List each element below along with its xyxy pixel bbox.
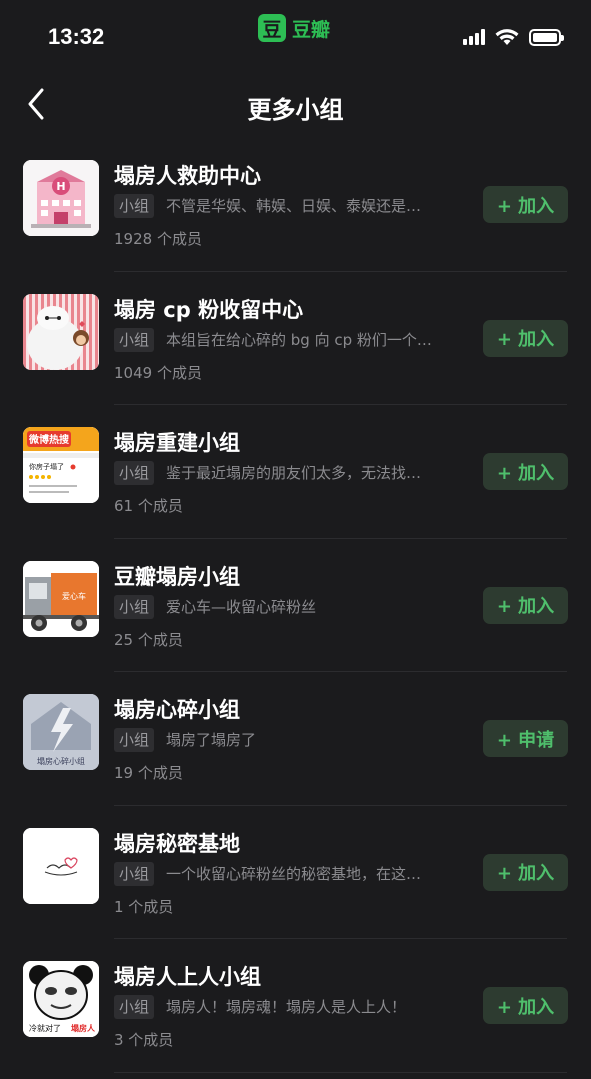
member-count: 19 个成员: [114, 764, 183, 782]
group-row[interactable]: H 塌房人救助中心 小组 不管是华娱、韩娱、日娱、泰娱还是… 1928 个成员 …: [0, 138, 591, 272]
group-tag: 小组: [114, 995, 155, 1019]
member-count: 61 个成员: [114, 497, 183, 515]
join-button[interactable]: + 加入: [483, 319, 568, 357]
hotel-thumbnail-icon: H: [23, 160, 99, 236]
svg-text:冷就对了: 冷就对了: [29, 1023, 61, 1033]
group-description: 爱心车—收留心碎粉丝: [166, 597, 317, 616]
join-button[interactable]: + 加入: [483, 453, 568, 490]
status-icons: [463, 28, 564, 46]
wifi-icon: [495, 29, 519, 45]
group-row[interactable]: 微博热搜 你房子塌了 塌房重建小组 小组 鉴于最近塌房的朋友们太多，无法找… 6…: [0, 405, 591, 539]
member-count: 3 个成员: [114, 1031, 174, 1049]
group-tag: 小组: [114, 861, 155, 886]
group-name: 塌房 cp 粉收留中心: [114, 297, 304, 322]
group-row[interactable]: 塌房秘密基地 小组 一个收留心碎粉丝的秘密基地，在这… 1 个成员 + 加入: [0, 806, 591, 939]
page-title: 更多小组: [247, 96, 344, 124]
status-bar: 13:32 豆 豆瓣: [0, 0, 591, 72]
join-button[interactable]: + 加入: [483, 586, 568, 624]
douban-logo-icon: 豆: [258, 14, 286, 42]
status-time: 13:32: [48, 24, 105, 49]
svg-text:塌房心碎小组: 塌房心碎小组: [37, 756, 85, 766]
app-name: 豆瓣: [292, 18, 331, 41]
join-button[interactable]: + 加入: [483, 853, 568, 891]
group-name: 塌房重建小组: [114, 431, 240, 455]
member-count: 25 个成员: [114, 630, 183, 649]
group-name: 塌房秘密基地: [114, 831, 240, 856]
group-name: 豆瓣塌房小组: [114, 564, 240, 589]
svg-text:微博热搜: 微博热搜: [28, 433, 70, 446]
group-tag: 小组: [114, 461, 155, 485]
app-badge: 豆 豆瓣: [258, 14, 330, 42]
divider: [114, 1071, 567, 1073]
group-description: 一个收留心碎粉丝的秘密基地，在这…: [166, 864, 422, 883]
cellular-signal-icon: [463, 29, 485, 45]
member-count: 1049 个成员: [114, 363, 202, 382]
group-tag: 小组: [114, 194, 155, 218]
svg-text:爱心车: 爱心车: [62, 591, 86, 601]
weibo-hot-search-thumbnail-icon: 微博热搜 你房子塌了: [23, 427, 99, 503]
group-row[interactable]: 塌房 cp 粉收留中心 小组 本组旨在给心碎的 bg 向 cp 粉们一个… 10…: [0, 272, 591, 405]
group-tag: 小组: [114, 594, 155, 619]
member-count: 1 个成员: [114, 897, 174, 916]
group-row[interactable]: 冷就对了 塌房人 塌房人上人小组 小组 塌房人！塌房魂！塌房人是人上人！ 3 个…: [0, 939, 591, 1073]
apply-button[interactable]: + 申请: [483, 720, 568, 757]
truck-thumbnail-icon: 爱心车: [23, 560, 99, 637]
member-count: 1928 个成员: [114, 230, 202, 248]
broken-house-thumbnail-icon: 塌房心碎小组: [23, 694, 99, 770]
baymax-thumbnail-icon: [23, 293, 99, 370]
group-description: 本组旨在给心碎的 bg 向 cp 粉们一个…: [166, 330, 432, 349]
svg-text:塌房人: 塌房人: [71, 1023, 96, 1033]
group-row[interactable]: 塌房心碎小组 塌房心碎小组 小组 塌房了塌房了 19 个成员 + 申请: [0, 672, 591, 806]
group-description: 塌房了塌房了: [166, 731, 257, 749]
group-description: 塌房人！塌房魂！塌房人是人上人！: [166, 998, 407, 1016]
battery-icon: [529, 28, 564, 46]
join-button[interactable]: + 加入: [483, 987, 568, 1024]
group-row[interactable]: 爱心车 豆瓣塌房小组 小组 爱心车—收留心碎粉丝 25 个成员 + 加入: [0, 539, 591, 672]
svg-text:你房子塌了: 你房子塌了: [29, 462, 64, 471]
group-description: 鉴于最近塌房的朋友们太多，无法找…: [166, 464, 422, 482]
sketch-heart-thumbnail-icon: [23, 827, 99, 904]
nav-bar: 更多小组: [0, 72, 591, 138]
group-list: H 塌房人救助中心 小组 不管是华娱、韩娱、日娱、泰娱还是… 1928 个成员 …: [0, 138, 591, 1073]
svg-text:H: H: [56, 180, 65, 193]
group-name: 塌房人救助中心: [114, 164, 261, 188]
group-description: 不管是华娱、韩娱、日娱、泰娱还是…: [166, 197, 422, 215]
group-name: 塌房心碎小组: [114, 698, 240, 722]
group-tag: 小组: [114, 327, 155, 352]
group-tag: 小组: [114, 728, 155, 752]
group-name: 塌房人上人小组: [114, 965, 261, 989]
join-button[interactable]: + 加入: [483, 186, 568, 223]
panda-meme-thumbnail-icon: 冷就对了 塌房人: [23, 961, 99, 1037]
